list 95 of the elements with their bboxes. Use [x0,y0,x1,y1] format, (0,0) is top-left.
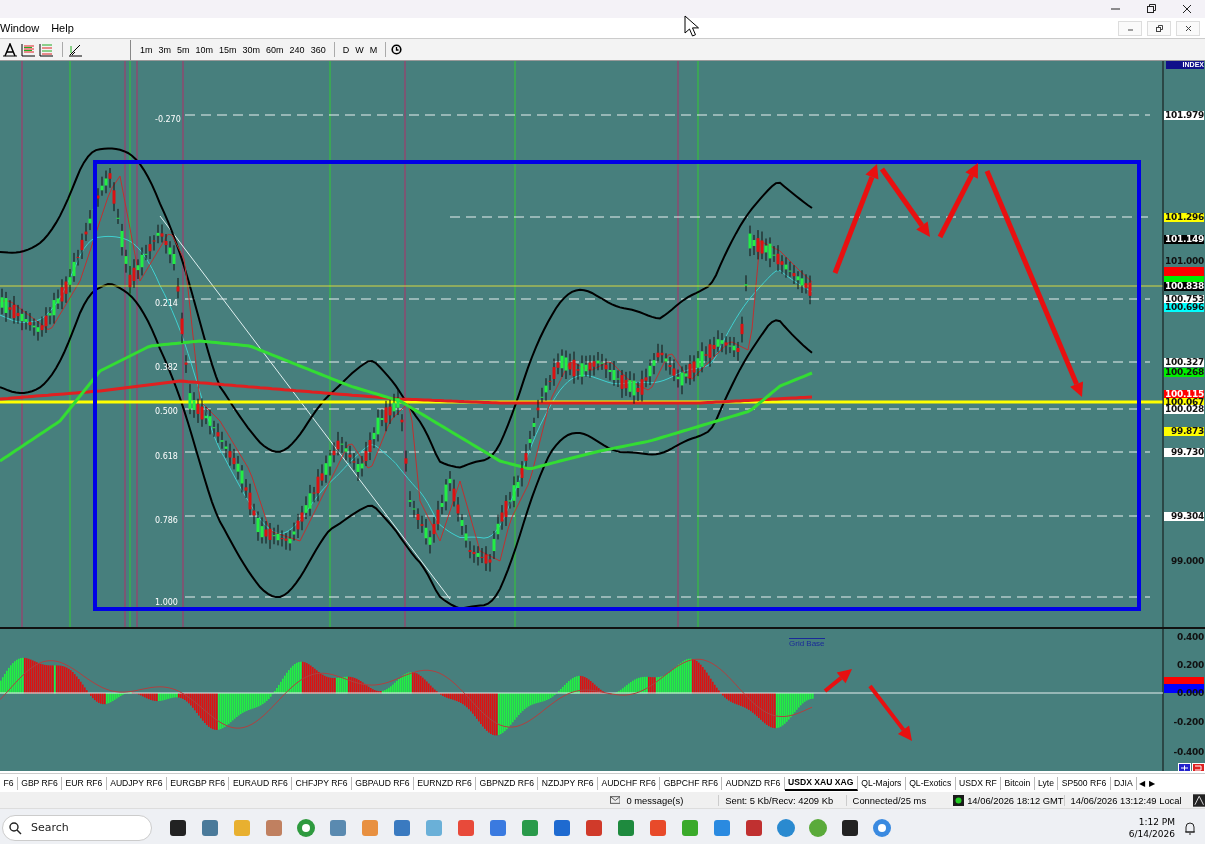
price-tag: 100.028 [1164,404,1204,414]
chart-tab[interactable]: USDX XAU XAG [784,775,858,791]
clock-time: 1:12 PM [1137,815,1175,828]
traffic-status: Sent: 5 Kb/Recv: 4209 Kb [718,794,846,806]
chart-tab[interactable]: EURGBP RF6 [166,776,230,790]
chart-tab[interactable]: DJIA [1110,776,1138,790]
chart-tab[interactable]: F6 [0,776,18,790]
window-icon[interactable] [1192,763,1205,771]
axis-label: 0.200 [1176,660,1204,670]
chart-tab[interactable]: AUDJPY RF6 [106,776,167,790]
chart-tab[interactable]: GBPAUD RF6 [351,776,414,790]
restore-icon[interactable] [1146,4,1156,14]
message-count: 0 message(s) [625,794,685,806]
price-tag: 99.304 [1164,511,1204,521]
connection-status: Connected/25 ms [845,794,950,806]
timeframe-button[interactable]: 3m [155,44,175,55]
app-icon[interactable] [168,817,188,838]
chart-tab[interactable]: EURNZD RF6 [413,776,477,790]
price-tag: 100.268 [1164,367,1204,377]
menu-item[interactable]: Help [49,22,84,34]
axis-label: -0.200 [1172,717,1204,727]
chart-tab[interactable]: GBP RF6 [17,776,63,790]
restore-button[interactable] [1147,20,1171,36]
clock-date: 6/14/2026 [1128,827,1175,840]
price-tag: 101.979 [1164,110,1204,120]
search-field[interactable]: Search [2,814,152,841]
fib-level-label: 0.786 [155,515,178,525]
pen-tool-icon[interactable] [68,42,82,57]
expand-icon[interactable] [1178,763,1191,771]
chart-tab[interactable]: NZDJPY RF6 [538,776,599,790]
price-tag: 99.873 [1164,426,1204,436]
notification-bell-icon[interactable] [1183,820,1197,835]
clock-icon[interactable] [391,44,403,55]
fib-level-label: 0.618 [155,451,178,461]
restore-icon [1154,23,1164,33]
price-tag: 100.327 [1164,357,1204,367]
trend-arrow [868,684,912,741]
status-light-icon [953,794,965,806]
indicator-title: Grid Base [789,638,825,648]
timeframe-button[interactable]: 1m [137,44,156,55]
fib-level-label: -0.270 [155,114,181,124]
axis-label: 0.400 [1176,632,1204,642]
chart-tab[interactable]: EURAUD RF6 [229,776,293,790]
timeframe-button[interactable]: 5m [174,44,193,55]
chart-lines-icon[interactable] [21,42,35,57]
axis-label: 99.000 [1170,556,1204,566]
scroll-arrow[interactable]: ◀ [1137,778,1148,788]
fib-level-label: 1.000 [155,597,178,607]
price-tag: 101.149 [1164,234,1204,244]
period-button[interactable]: D [339,44,353,55]
fib-level-label: 0.214 [155,298,178,308]
text-tool-icon[interactable] [3,42,17,57]
timeframe-button[interactable]: 10m [192,44,217,55]
chart-lines-icon[interactable] [39,42,53,57]
price-tag: 100.838 [1164,281,1204,291]
period-button[interactable]: M [366,44,381,55]
price-tag: 99.730 [1164,447,1204,457]
timeframe-button[interactable]: 30m [239,44,264,55]
trend-arrow [823,669,852,693]
close-button[interactable] [1176,20,1200,36]
chart-tab[interactable]: QL-Exotics [905,776,956,790]
close-icon[interactable] [1182,4,1192,14]
fib-level-label: 0.500 [155,406,178,416]
axis-label: 0.000 [1176,688,1204,698]
search-icon [9,821,22,835]
axis-label: 101.000 [1164,256,1204,266]
envelope-icon [610,795,621,805]
chart-tab[interactable]: GBPCHF RF6 [660,776,723,790]
timeframe-button[interactable]: 240 [286,44,308,55]
chart-tab[interactable]: SP500 RF6 [1058,776,1111,790]
chart-tab[interactable]: AUDNZD RF6 [722,776,785,790]
chart-tab[interactable]: GBPNZD RF6 [476,776,539,790]
price-tag: 100.115 [1164,389,1204,399]
minimize-button[interactable] [1118,20,1142,36]
axis-label: -0.400 [1172,747,1204,757]
close-icon [1183,23,1193,33]
local-time: 14/06/2026 13:12:49 Local [1063,794,1188,806]
chart-tab[interactable]: EUR RF6 [62,776,107,790]
period-button[interactable]: W [352,44,367,55]
price-tag: 101.296 [1164,212,1204,222]
price-tag: 100.696 [1164,302,1204,312]
timeframe-button[interactable]: 15m [216,44,240,55]
gmt-time: 14/06/2026 18:12 GMT [967,794,1064,806]
chart-tab[interactable]: QL-Majors [857,776,906,790]
app-icon[interactable] [840,817,860,838]
chart-tab[interactable]: AUDCHF RF6 [598,776,661,790]
chart-tab[interactable]: Bitcoin [1001,776,1035,790]
price-tag: 100.753 [1164,294,1204,304]
timeframe-button[interactable]: 60m [263,44,287,55]
timeframe-button[interactable]: 360 [307,44,329,55]
chart-tab[interactable]: Lyte [1034,776,1059,790]
scroll-arrow[interactable]: ▶ [1147,778,1158,788]
menu-item[interactable]: Window [0,22,50,34]
chart-tab[interactable]: CHFJPY RF6 [292,776,352,790]
chart-tab[interactable]: USDX RF [955,776,1002,790]
